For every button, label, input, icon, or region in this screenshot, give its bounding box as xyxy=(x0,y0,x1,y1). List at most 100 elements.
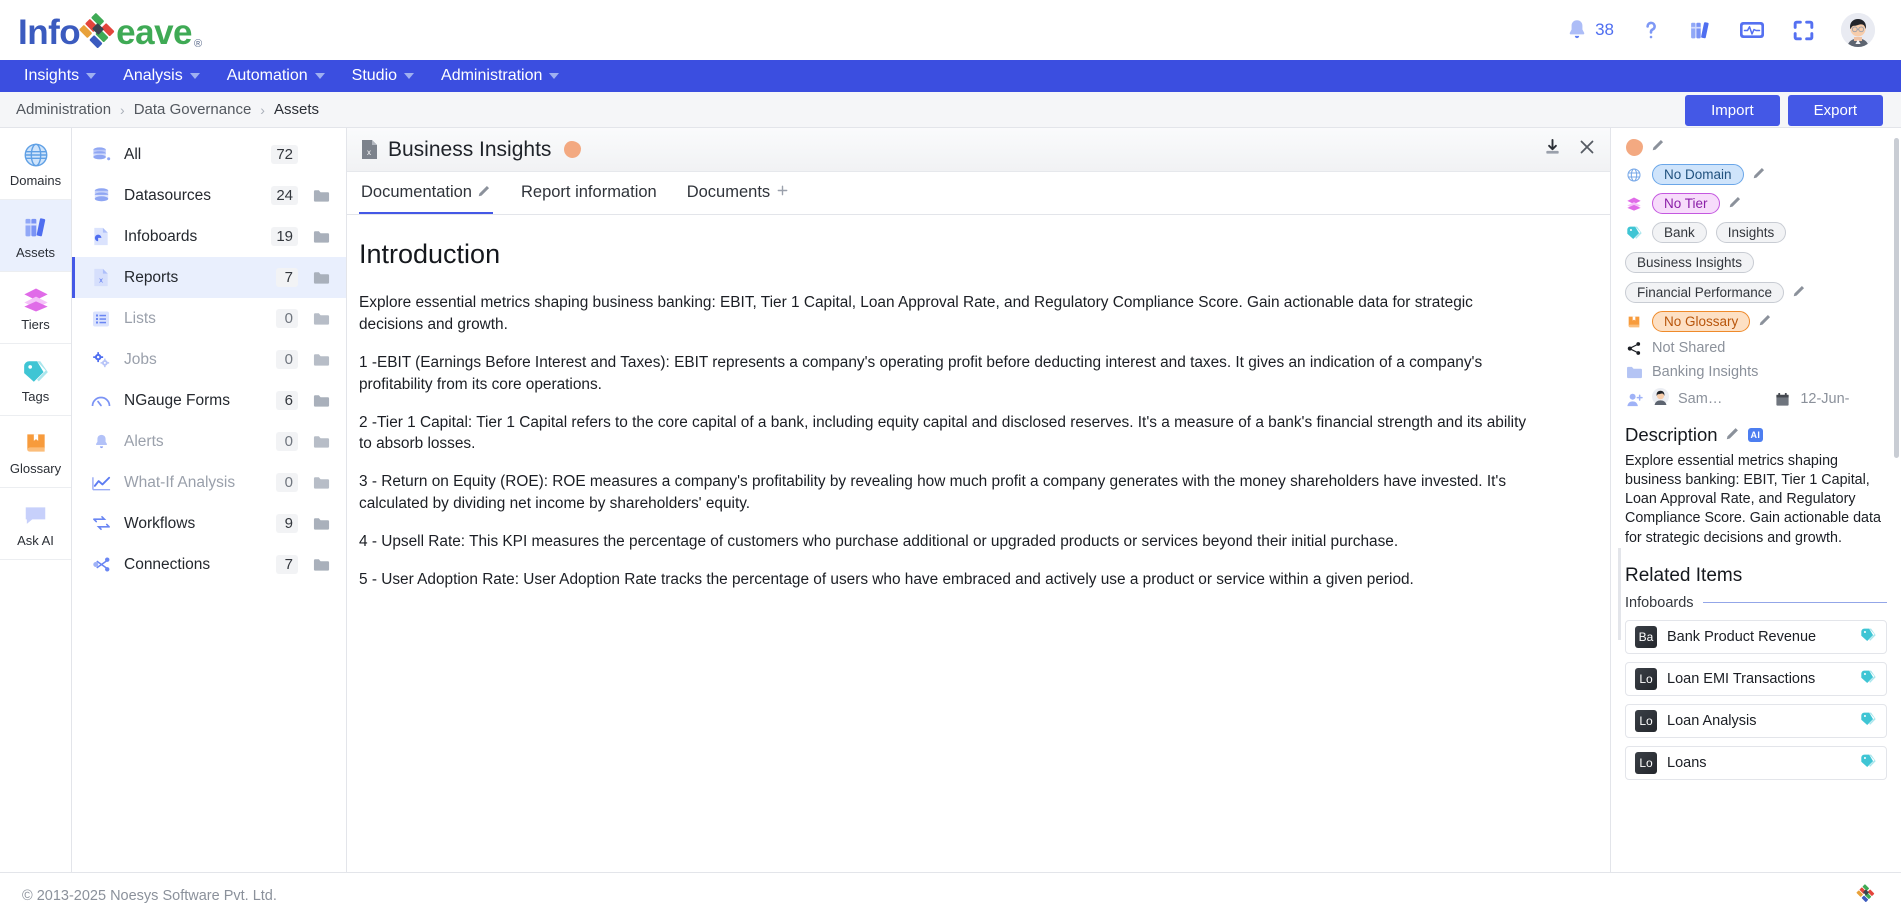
edit-description-pencil-icon[interactable] xyxy=(1726,426,1740,445)
nav-item-analysis[interactable]: Analysis xyxy=(111,63,212,89)
tag-badge[interactable]: Financial Performance xyxy=(1625,282,1785,303)
edit-glossary-pencil-icon[interactable] xyxy=(1759,313,1772,331)
tag-icon[interactable] xyxy=(1860,711,1877,731)
folder-icon[interactable] xyxy=(310,557,332,572)
document-paragraph: 5 - User Adoption Rate: User Adoption Ra… xyxy=(359,570,1414,588)
rail-item-tiers[interactable]: Tiers xyxy=(0,272,71,344)
tag-icon[interactable] xyxy=(1860,627,1877,647)
rail-item-glossary[interactable]: Glossary xyxy=(0,416,71,488)
weave-mark-icon xyxy=(77,10,119,52)
edit-tags-pencil-icon[interactable] xyxy=(1793,284,1806,302)
calendar-icon xyxy=(1773,392,1791,407)
tab-documents[interactable]: Documents xyxy=(685,183,791,214)
fullscreen-icon[interactable] xyxy=(1791,18,1816,43)
asset-color-blob xyxy=(1625,138,1643,156)
rail-item-assets[interactable]: Assets xyxy=(0,200,71,272)
folder-name[interactable]: Banking Insights xyxy=(1652,364,1758,380)
list-item-connections[interactable]: Connections 7 xyxy=(72,544,346,585)
folder-icon[interactable] xyxy=(310,352,332,367)
tag-badge[interactable]: Insights xyxy=(1715,222,1787,243)
related-item[interactable]: Lo Loan EMI Transactions xyxy=(1625,661,1887,696)
import-button[interactable]: Import xyxy=(1685,95,1780,126)
list-item-alerts[interactable]: Alerts 0 xyxy=(72,421,346,462)
infoveave-logo[interactable]: Info eave ® xyxy=(18,10,202,50)
page-footer: © 2013-2025 Noesys Software Pvt. Ltd. xyxy=(0,872,1901,918)
list-item-lists[interactable]: Lists 0 xyxy=(72,298,346,339)
tab-documentation[interactable]: Documentation xyxy=(359,183,493,214)
document-paragraph: 1 -EBIT (Earnings Before Interest and Ta… xyxy=(359,353,1483,393)
add-user-icon[interactable] xyxy=(1625,392,1643,407)
details-scrollbar[interactable] xyxy=(1894,138,1899,458)
list-item-jobs[interactable]: Jobs 0 xyxy=(72,339,346,380)
breadcrumb-item-assets[interactable]: Assets xyxy=(274,101,319,118)
related-item[interactable]: Lo Loan Analysis xyxy=(1625,703,1887,738)
download-icon[interactable] xyxy=(1543,138,1562,162)
workflow-icon xyxy=(90,514,112,533)
breadcrumb-item-data-governance[interactable]: Data Governance xyxy=(134,101,252,118)
monitor-pulse-icon[interactable] xyxy=(1738,17,1766,43)
edit-color-pencil-icon[interactable] xyxy=(1652,138,1665,156)
breadcrumb-separator: › xyxy=(260,101,265,118)
rail-item-tags[interactable]: Tags xyxy=(0,344,71,416)
folder-icon[interactable] xyxy=(310,393,332,408)
tier-badge[interactable]: No Tier xyxy=(1652,193,1720,214)
tag-badge[interactable]: Bank xyxy=(1652,222,1707,243)
library-books-icon[interactable] xyxy=(1688,17,1713,43)
notifications-bell-icon[interactable]: 38 xyxy=(1564,17,1614,43)
glossary-badge[interactable]: No Glossary xyxy=(1652,311,1751,332)
list-item-reports[interactable]: x Reports 7 xyxy=(72,257,346,298)
related-item[interactable]: Ba Bank Product Revenue xyxy=(1625,619,1887,654)
edit-domain-pencil-icon[interactable] xyxy=(1753,166,1766,184)
svg-text:x: x xyxy=(367,148,371,157)
list-item-datasources[interactable]: Datasources 24 xyxy=(72,175,346,216)
document-paragraph: Explore essential metrics shaping busine… xyxy=(359,294,1473,333)
folder-icon[interactable] xyxy=(310,270,332,285)
folder-icon[interactable] xyxy=(310,188,332,203)
close-icon[interactable] xyxy=(1578,138,1596,161)
document-paragraph: 4 - Upsell Rate: This KPI measures the p… xyxy=(359,533,1399,550)
related-item-avatar: Lo xyxy=(1635,751,1657,774)
rail-item-ask-ai[interactable]: Ask AI xyxy=(0,488,71,560)
edit-tier-pencil-icon[interactable] xyxy=(1729,195,1742,213)
edit-pencil-icon[interactable] xyxy=(478,183,491,202)
list-item-infoboards[interactable]: Infoboards 19 xyxy=(72,216,346,257)
help-icon[interactable] xyxy=(1639,17,1663,43)
folder-icon[interactable] xyxy=(310,516,332,531)
export-button[interactable]: Export xyxy=(1787,95,1883,126)
rail-item-domains[interactable]: Domains xyxy=(0,128,71,200)
list-item-label: NGauge Forms xyxy=(124,391,230,409)
owner-name: Sam… xyxy=(1678,391,1723,407)
chat-icon xyxy=(22,500,49,530)
related-item[interactable]: Lo Loans xyxy=(1625,745,1887,780)
page-body: Domains Assets Tiers Tags Glossary Ask A… xyxy=(0,128,1901,872)
folder-icon[interactable] xyxy=(310,434,332,449)
chevron-down-icon xyxy=(314,73,325,79)
document-header-actions xyxy=(1543,138,1596,162)
tag-icon[interactable] xyxy=(1860,669,1877,689)
rail-label: Ask AI xyxy=(17,532,54,548)
tag-icon[interactable] xyxy=(1860,753,1877,773)
tab-report-information[interactable]: Report information xyxy=(519,183,659,214)
nav-item-automation[interactable]: Automation xyxy=(215,63,337,89)
tag-badge[interactable]: Business Insights xyxy=(1625,252,1755,273)
list-item-label: Datasources xyxy=(124,186,212,204)
nav-item-administration[interactable]: Administration xyxy=(429,63,571,89)
folder-icon[interactable] xyxy=(310,475,332,490)
breadcrumb-actions: Import Export xyxy=(1685,95,1883,126)
folder-icon[interactable] xyxy=(310,229,332,244)
list-item-what-if-analysis[interactable]: What-If Analysis 0 xyxy=(72,462,346,503)
list-item-ngauge-forms[interactable]: NGauge Forms 6 xyxy=(72,380,346,421)
list-item-all[interactable]: All 72 xyxy=(72,134,346,175)
add-plus-icon[interactable] xyxy=(776,183,789,202)
list-item-workflows[interactable]: Workflows 9 xyxy=(72,503,346,544)
nav-label: Administration xyxy=(441,67,543,84)
nav-item-studio[interactable]: Studio xyxy=(340,63,426,89)
nav-item-insights[interactable]: Insights xyxy=(12,63,108,89)
folder-icon[interactable] xyxy=(310,311,332,326)
breadcrumb-item-administration[interactable]: Administration xyxy=(16,101,111,118)
domain-badge[interactable]: No Domain xyxy=(1652,164,1744,185)
globe-icon xyxy=(22,140,50,170)
list-item-label: Workflows xyxy=(124,514,196,532)
user-avatar[interactable] xyxy=(1841,13,1875,47)
ai-generate-icon[interactable]: AI xyxy=(1747,428,1764,442)
